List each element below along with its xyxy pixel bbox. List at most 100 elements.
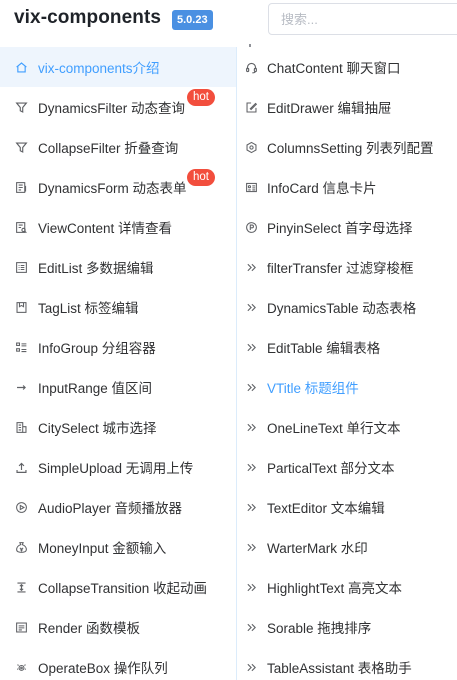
dropdown-item-label: EditTable 编辑表格 [267, 341, 381, 356]
header: vix-components 5.0.23 [0, 0, 457, 44]
headset-icon [244, 60, 258, 74]
dropdown-item-label: DynamicsTable 动态表格 [267, 301, 417, 316]
sidebar-item-label: OperateBox 操作队列 [38, 661, 168, 676]
dropdown-item-label: OneLineText 单行文本 [267, 421, 401, 436]
dropdown-item-label: VTitle 标题组件 [267, 381, 359, 396]
double-chevron-icon [244, 340, 258, 354]
edit-icon [244, 100, 258, 114]
dropdown-item[interactable]: TextEditor 文本编辑 [237, 487, 457, 527]
double-chevron-icon [244, 580, 258, 594]
play-icon [14, 500, 28, 514]
group-icon [14, 340, 28, 354]
double-chevron-icon [244, 300, 258, 314]
sidebar-item-label: vix-components介绍 [38, 61, 160, 76]
dropdown-item-label: TableAssistant 表格助手 [267, 661, 412, 676]
dropdown-item-label: WarterMark 水印 [267, 541, 368, 556]
sidebar-item-label: CollapseFilter 折叠查询 [38, 141, 179, 156]
money-icon [14, 540, 28, 554]
sidebar-item-label: CitySelect 城市选择 [38, 421, 157, 436]
dropdown-item[interactable]: HighlightText 高亮文本 [237, 567, 457, 607]
sidebar-item[interactable]: CollapseFilter 折叠查询 [0, 127, 236, 167]
double-chevron-icon [244, 660, 258, 674]
sidebar-item[interactable]: vix-components介绍 [0, 47, 236, 87]
sidebar-item[interactable]: InfoGroup 分组容器 [0, 327, 236, 367]
dropdown-item-label: EditDrawer 编辑抽屉 [267, 101, 392, 116]
search-dropdown: ChatContent 聊天窗口 EditDrawer 编辑抽屉 ColumnsSe… [237, 47, 457, 680]
search-input[interactable] [268, 3, 457, 35]
sidebar-item-label: CollapseTransition 收起动画 [38, 581, 208, 596]
sidebar-item-label: SimpleUpload 无调用上传 [38, 461, 194, 476]
range-icon [14, 380, 28, 394]
dropdown-item[interactable]: VTitle 标题组件 [237, 367, 457, 407]
dropdown-item[interactable]: WarterMark 水印 [237, 527, 457, 567]
sidebar-item-label: EditList 多数据编辑 [38, 261, 154, 276]
sidebar-item-label: MoneyInput 金额输入 [38, 541, 167, 556]
double-chevron-icon [244, 500, 258, 514]
city-icon [14, 420, 28, 434]
dropdown-item[interactable]: ChatContent 聊天窗口 [237, 47, 457, 87]
sidebar-item-label: ViewContent 详情查看 [38, 221, 173, 236]
double-chevron-icon [244, 420, 258, 434]
sidebar-item[interactable]: InputRange 值区间 [0, 367, 236, 407]
dropdown-item[interactable]: ColumnsSetting 列表列配置 [237, 127, 457, 167]
sidebar-item[interactable]: CitySelect 城市选择 [0, 407, 236, 447]
sidebar-item-label: InputRange 值区间 [38, 381, 153, 396]
sidebar-item[interactable]: OperateBox 操作队列 [0, 647, 236, 680]
tag-icon [14, 300, 28, 314]
dropdown-item[interactable]: PinyinSelect 首字母选择 [237, 207, 457, 247]
dropdown-item-label: PinyinSelect 首字母选择 [267, 221, 413, 236]
upload-icon [14, 460, 28, 474]
list-edit-icon [14, 260, 28, 274]
dropdown-item[interactable]: TableAssistant 表格助手 [237, 647, 457, 680]
dropdown-item[interactable]: EditDrawer 编辑抽屉 [237, 87, 457, 127]
sidebar-item[interactable]: CollapseTransition 收起动画 [0, 567, 236, 607]
filter-icon [14, 140, 28, 154]
dropdown-item[interactable]: DynamicsTable 动态表格 [237, 287, 457, 327]
sidebar-item[interactable]: MoneyInput 金额输入 [0, 527, 236, 567]
dropdown-item-label: filterTransfer 过滤穿梭框 [267, 261, 414, 276]
sidebar-item[interactable]: TagList 标签编辑 [0, 287, 236, 327]
double-chevron-icon [244, 260, 258, 274]
sidebar-item[interactable]: DynamicsForm 动态表单 hot [0, 167, 236, 207]
sidebar-item[interactable]: ViewContent 详情查看 [0, 207, 236, 247]
version-badge: 5.0.23 [172, 10, 213, 30]
sidebar-item-label: TagList 标签编辑 [38, 301, 139, 316]
dropdown-item[interactable]: EditTable 编辑表格 [237, 327, 457, 367]
sidebar-item-label: DynamicsForm 动态表单 [38, 181, 187, 196]
dropdown-item-label: TextEditor 文本编辑 [267, 501, 385, 516]
sidebar-item-label: InfoGroup 分组容器 [38, 341, 156, 356]
hot-badge: hot [187, 89, 215, 106]
pinyin-icon [244, 220, 258, 234]
brand-title[interactable]: vix-components [14, 7, 161, 29]
dropdown-item[interactable]: Sorable 拖拽排序 [237, 607, 457, 647]
document-view-icon [14, 220, 28, 234]
operate-icon [14, 660, 28, 674]
dropdown-item-label: HighlightText 高亮文本 [267, 581, 403, 596]
hot-badge: hot [187, 169, 215, 186]
sidebar-item[interactable]: Render 函数模板 [0, 607, 236, 647]
home-icon [14, 60, 28, 74]
dropdown-item[interactable]: ParticalText 部分文本 [237, 447, 457, 487]
card-icon [244, 180, 258, 194]
dropdown-item-label: ParticalText 部分文本 [267, 461, 395, 476]
sidebar-item[interactable]: SimpleUpload 无调用上传 [0, 447, 236, 487]
sidebar-item-label: Render 函数模板 [38, 621, 141, 636]
render-icon [14, 620, 28, 634]
dropdown-item[interactable]: InfoCard 信息卡片 [237, 167, 457, 207]
dropdown-item-label: ColumnsSetting 列表列配置 [267, 141, 434, 156]
sidebar-item[interactable]: AudioPlayer 音频播放器 [0, 487, 236, 527]
sidebar-item[interactable]: EditList 多数据编辑 [0, 247, 236, 287]
sidebar-item[interactable]: DynamicsFilter 动态查询 hot [0, 87, 236, 127]
double-chevron-icon [244, 380, 258, 394]
dropdown-item[interactable]: filterTransfer 过滤穿梭框 [237, 247, 457, 287]
collapse-icon [14, 580, 28, 594]
dropdown-item-label: Sorable 拖拽排序 [267, 621, 372, 636]
sidebar-nav: vix-components介绍 DynamicsFilter 动态查询 hot Co… [0, 47, 236, 680]
dropdown-item-label: ChatContent 聊天窗口 [267, 61, 401, 76]
dropdown-item[interactable]: OneLineText 单行文本 [237, 407, 457, 447]
sidebar-item-label: DynamicsFilter 动态查询 [38, 101, 186, 116]
form-icon [14, 180, 28, 194]
double-chevron-icon [244, 540, 258, 554]
settings-icon [244, 140, 258, 154]
double-chevron-icon [244, 620, 258, 634]
